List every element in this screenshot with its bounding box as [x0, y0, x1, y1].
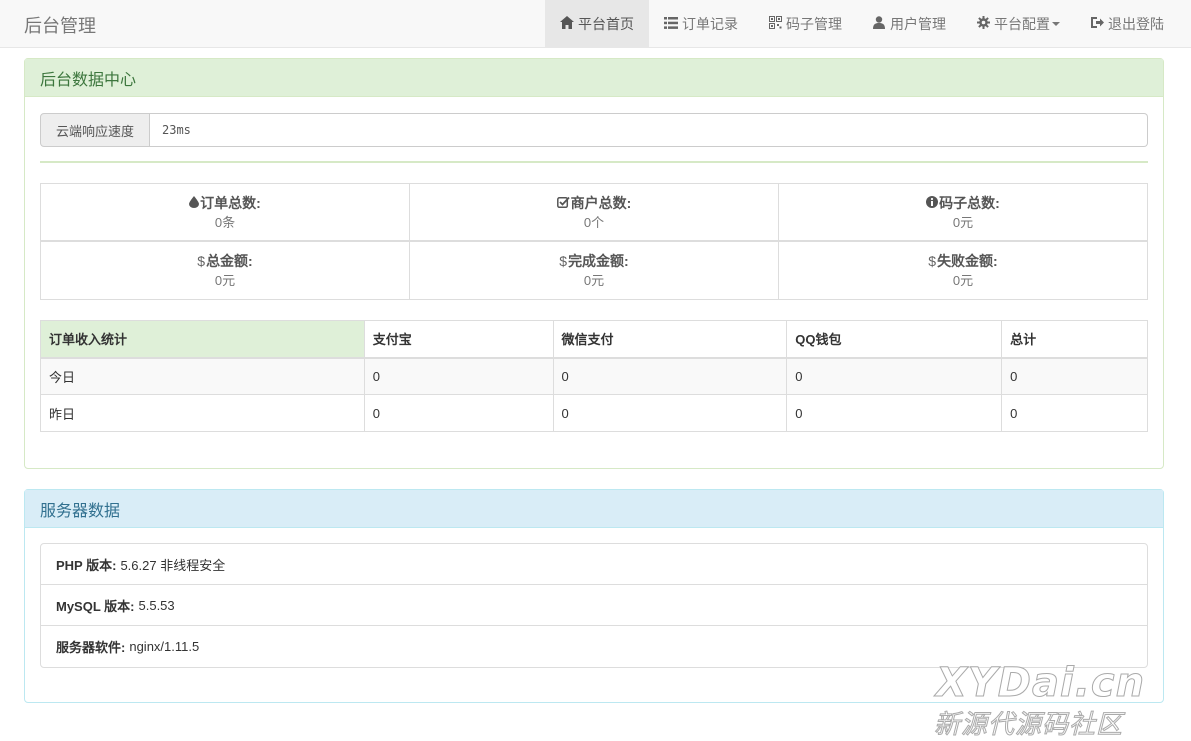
stat-code-count: 码子总数: 0元 — [779, 184, 1147, 241]
stat-value: 0元 — [952, 273, 974, 288]
info-icon — [926, 195, 939, 211]
caret-down-icon — [1052, 22, 1060, 26]
table-header: 总计 — [1001, 320, 1148, 359]
dollar-icon: $ — [559, 253, 568, 269]
list-item-mysql-version: MySQL 版本: 5.5.53 — [41, 585, 1147, 626]
table-cell: 昨日 — [40, 394, 365, 432]
list-item-server-software: 服务器软件: nginx/1.11.5 — [41, 626, 1147, 667]
home-icon — [560, 16, 574, 32]
nav-item-codes[interactable]: 码子管理 — [753, 0, 857, 48]
nav-item-logout[interactable]: 退出登陆 — [1075, 0, 1179, 48]
qrcode-icon — [768, 16, 782, 32]
list-icon — [664, 16, 678, 32]
table-cell: 今日 — [40, 357, 365, 395]
nav-item-settings[interactable]: 平台配置 — [961, 0, 1075, 48]
table-cell: 0 — [363, 357, 554, 395]
user-icon — [872, 16, 886, 32]
stat-label: 码子总数: — [939, 195, 1000, 211]
list-item-label: PHP 版本: — [56, 557, 117, 573]
server-info-list: PHP 版本: 5.6.27 非线程安全 MySQL 版本: 5.5.53 服务… — [40, 543, 1148, 668]
nav-item-label: 平台配置 — [994, 16, 1050, 32]
list-item-value: 5.6.27 非线程安全 — [120, 557, 226, 573]
table-cell: 0 — [1001, 357, 1148, 395]
cog-icon — [976, 16, 990, 32]
list-item-label: MySQL 版本: — [56, 598, 135, 614]
panel-title: 服务器数据 — [25, 490, 1163, 528]
check-icon — [556, 195, 570, 211]
logout-icon — [1090, 16, 1104, 32]
table-header: 微信支付 — [552, 320, 788, 359]
stat-value: 0元 — [583, 273, 605, 288]
watermark-subtitle: 新源代源码社区 — [933, 709, 1124, 740]
table-row: 今日 0 0 0 0 — [40, 357, 1148, 395]
stat-label: 总金额: — [206, 253, 253, 269]
table-cell: 0 — [552, 394, 788, 432]
stat-value: 0元 — [214, 273, 236, 288]
list-item-value: nginx/1.11.5 — [129, 639, 200, 654]
stat-label: 订单总数: — [200, 195, 261, 211]
table-header-row: 订单收入统计 支付宝 微信支付 QQ钱包 总计 — [40, 320, 1148, 359]
table-cell: 0 — [363, 394, 554, 432]
stats-grid: 订单总数: 0条 商户总数: 0个 码子总数: 0元 $总金额: 0元 $完成金… — [40, 183, 1148, 300]
table-header: 支付宝 — [363, 320, 554, 359]
data-center-panel: 后台数据中心 云端响应速度 23ms 订单总数: 0条 商户总数: 0个 码子总… — [24, 58, 1164, 469]
table-cell: 0 — [1001, 394, 1148, 432]
stat-merchant-count: 商户总数: 0个 — [410, 184, 779, 241]
dollar-icon: $ — [928, 253, 937, 269]
nav-item-label: 用户管理 — [890, 16, 946, 32]
speed-value: 23ms — [150, 113, 1148, 147]
dollar-icon: $ — [197, 253, 206, 269]
nav-item-orders[interactable]: 订单记录 — [649, 0, 753, 48]
panel-title: 后台数据中心 — [25, 59, 1163, 97]
nav-item-label: 码子管理 — [786, 16, 842, 32]
stat-label: 商户总数: — [570, 195, 632, 211]
top-navbar: 后台管理 平台首页 订单记录 码子管理 用户管理 平台配置 退出登陆 — [0, 0, 1191, 48]
table-header: QQ钱包 — [786, 320, 1003, 359]
stat-label: 失败金额: — [937, 253, 998, 269]
table-cell: 0 — [786, 394, 1003, 432]
tint-icon — [189, 195, 200, 211]
stat-order-count: 订单总数: 0条 — [41, 184, 410, 241]
table-header: 订单收入统计 — [40, 320, 365, 359]
server-panel: 服务器数据 PHP 版本: 5.6.27 非线程安全 MySQL 版本: 5.5… — [24, 489, 1164, 703]
speed-input-group: 云端响应速度 23ms — [40, 113, 1148, 147]
brand-title[interactable]: 后台管理 — [24, 12, 96, 38]
income-table: 订单收入统计 支付宝 微信支付 QQ钱包 总计 今日 0 0 0 0 昨日 0 … — [40, 320, 1148, 432]
nav-item-label: 订单记录 — [682, 16, 738, 32]
stat-value: 0条 — [214, 215, 236, 230]
stat-label: 完成金额: — [568, 253, 629, 269]
divider — [40, 161, 1148, 163]
main-nav: 平台首页 订单记录 码子管理 用户管理 平台配置 退出登陆 — [545, 0, 1179, 48]
list-item-value: 5.5.53 — [138, 597, 175, 613]
nav-item-home[interactable]: 平台首页 — [545, 0, 649, 48]
table-row: 昨日 0 0 0 0 — [40, 394, 1148, 432]
nav-item-label: 退出登陆 — [1108, 16, 1164, 32]
speed-label: 云端响应速度 — [40, 113, 150, 147]
stat-completed-amount: $完成金额: 0元 — [410, 241, 779, 299]
stat-failed-amount: $失败金额: 0元 — [779, 241, 1147, 299]
stat-total-amount: $总金额: 0元 — [41, 241, 410, 299]
list-item-label: 服务器软件: — [56, 640, 126, 655]
table-cell: 0 — [552, 357, 788, 395]
table-cell: 0 — [786, 357, 1003, 395]
list-item-php-version: PHP 版本: 5.6.27 非线程安全 — [41, 544, 1147, 585]
stat-value: 0元 — [952, 215, 974, 230]
nav-item-users[interactable]: 用户管理 — [857, 0, 961, 48]
nav-item-label: 平台首页 — [578, 16, 634, 32]
stat-value: 0个 — [583, 215, 605, 230]
